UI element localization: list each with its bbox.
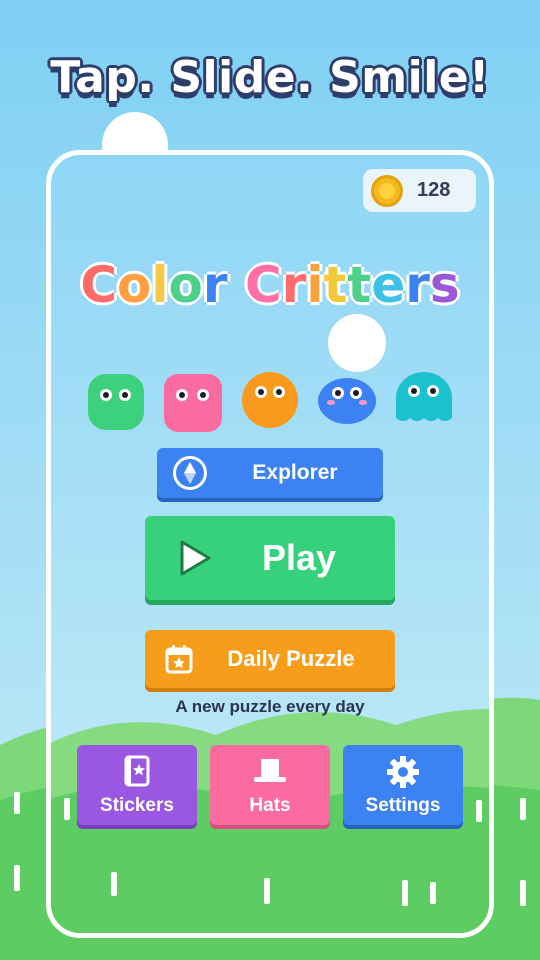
hats-label: Hats (249, 795, 291, 816)
play-button[interactable]: Play (145, 516, 395, 600)
explorer-label: Explorer (252, 461, 338, 484)
coin-icon (371, 174, 403, 207)
gear-icon (387, 756, 419, 788)
coin-count: 128 (417, 179, 451, 201)
coin-counter: 128 (363, 169, 476, 212)
daily-puzzle-subtitle: A new puzzle every day (175, 697, 365, 716)
top-hat-icon (254, 759, 286, 782)
game-screen: Tap. Slide. Smile! 128 Color Critters Ex… (0, 0, 540, 960)
play-label: Play (261, 537, 337, 578)
green-critter (88, 374, 144, 430)
hats-button[interactable]: Hats (210, 745, 330, 825)
stickers-label: Stickers (100, 795, 174, 816)
game-title: Color Critters (80, 256, 460, 314)
headline: Tap. Slide. Smile! (50, 52, 490, 103)
cloud (328, 314, 386, 372)
settings-button[interactable]: Settings (343, 745, 463, 825)
teal-critter (396, 372, 452, 424)
daily-puzzle-button[interactable]: Daily Puzzle (145, 630, 395, 688)
explorer-button[interactable]: Explorer (157, 448, 383, 498)
orange-critter (242, 372, 298, 428)
blue-critter (318, 378, 376, 424)
pink-critter (164, 374, 222, 432)
sticker-book-icon (124, 755, 150, 787)
daily-puzzle-label: Daily Puzzle (227, 646, 355, 671)
settings-label: Settings (365, 795, 441, 816)
stickers-button[interactable]: Stickers (77, 745, 197, 825)
